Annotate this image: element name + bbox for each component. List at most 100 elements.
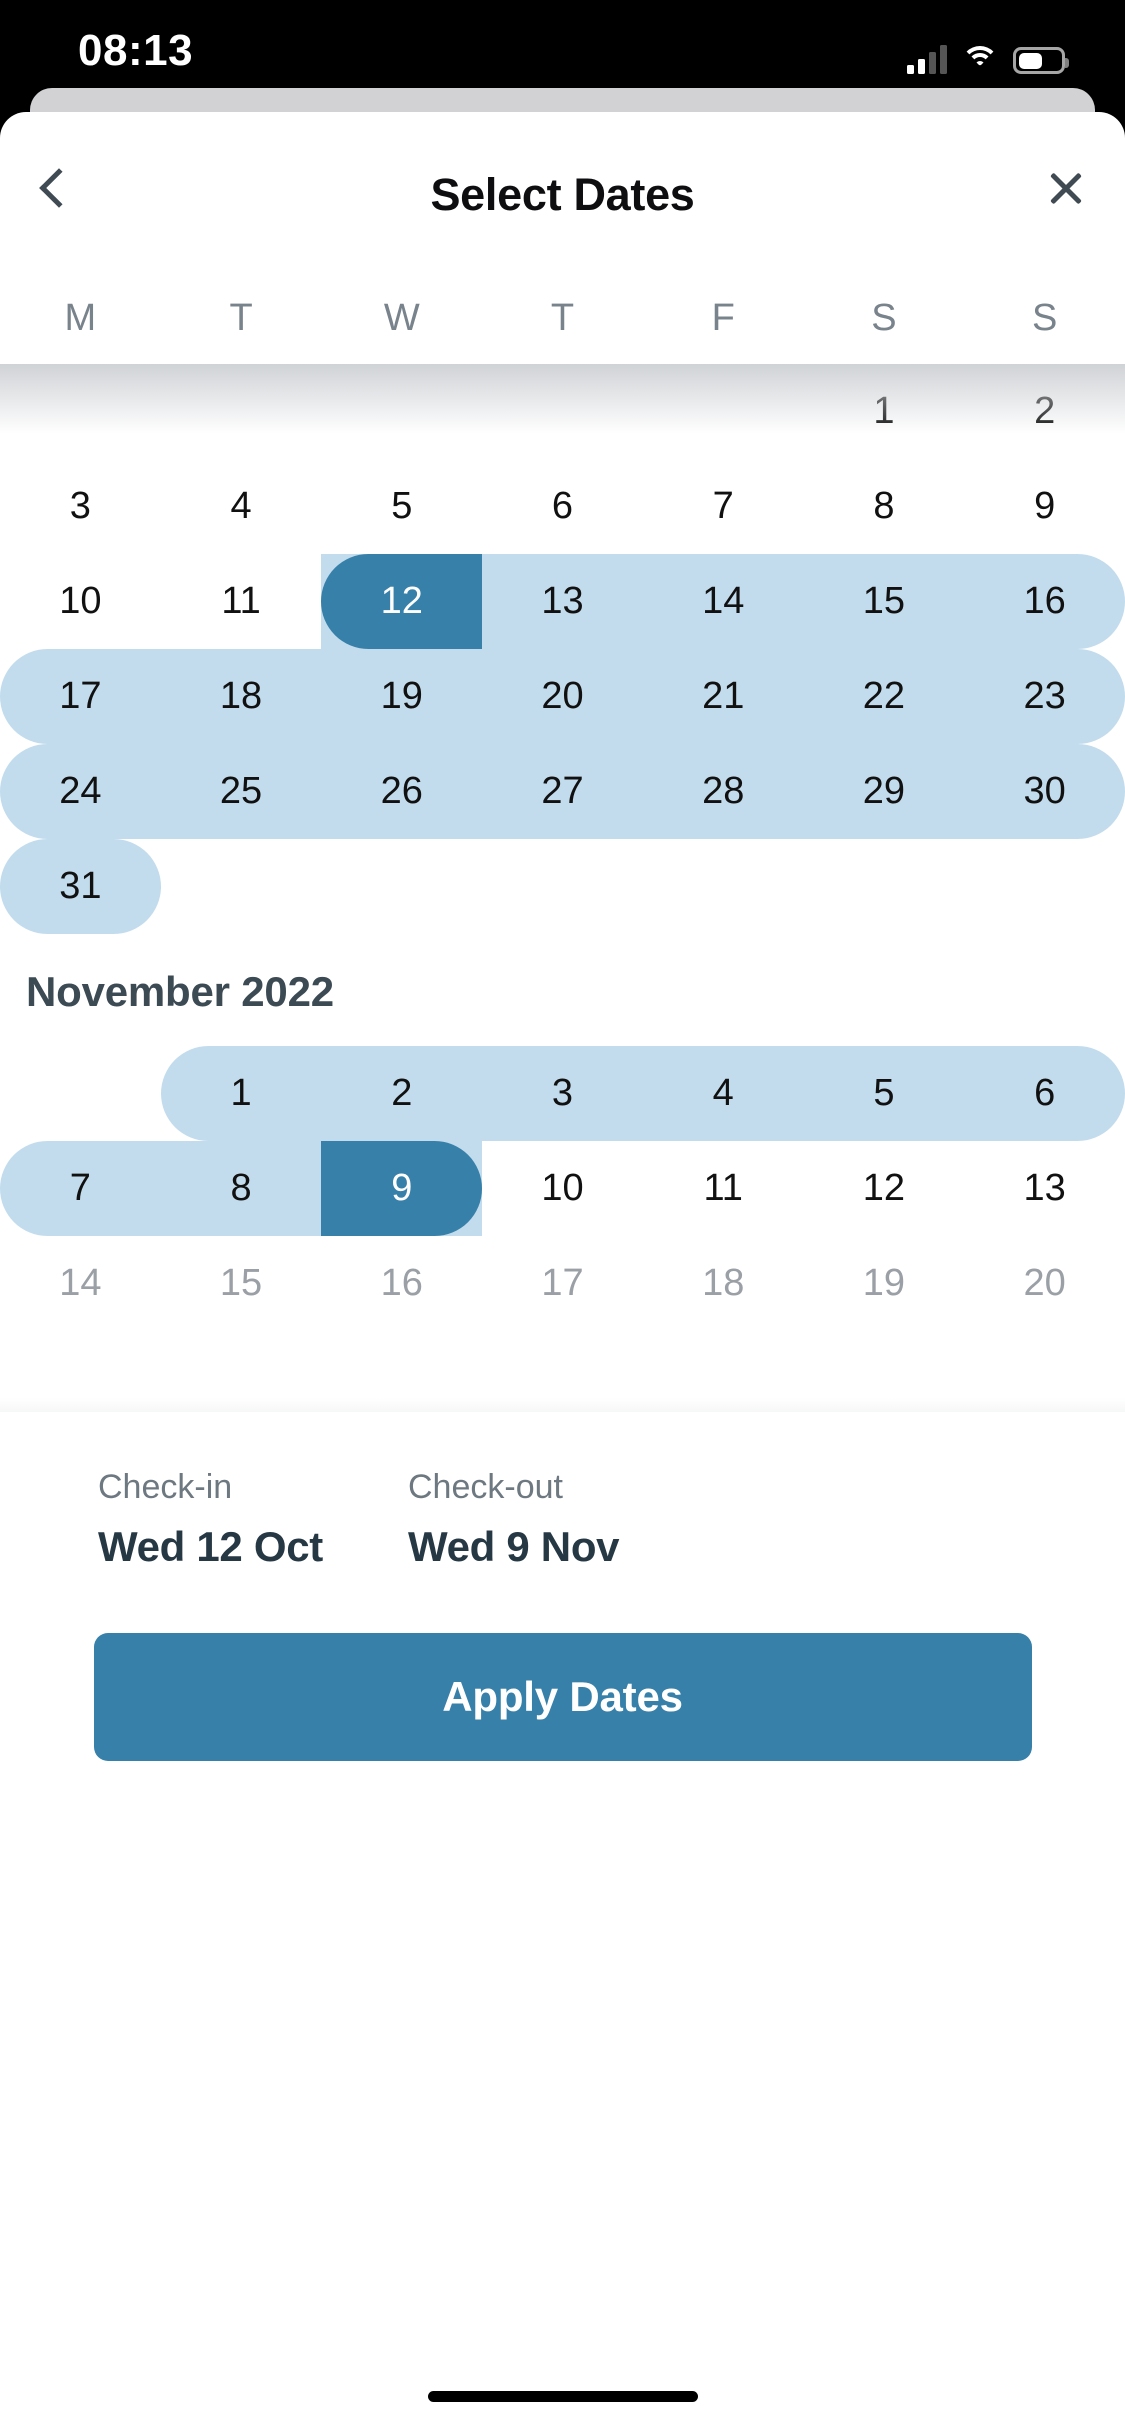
calendar-day-cell[interactable]: 19 [804, 1236, 965, 1331]
calendar-cell-empty [482, 839, 643, 934]
month-block: November 2022 1 2 3 4 5 6 7 8 9 10 11 12 13 14 15 16 17 18… [0, 934, 1125, 1331]
calendar-week-row: 10 11 12 13 14 15 16 [0, 554, 1125, 649]
weekday-label-2: W [383, 296, 420, 339]
calendar-day-cell[interactable]: 23 [964, 649, 1125, 744]
calendar-day-cell[interactable]: 8 [160, 1141, 322, 1236]
calendar-day-cell[interactable]: 7 [0, 1141, 161, 1236]
calendar-day-cell[interactable]: 20 [964, 1236, 1125, 1331]
calendar-day-cell[interactable]: 15 [161, 1236, 322, 1331]
day-number: 9 [1034, 485, 1056, 527]
calendar-day-cell[interactable]: 3 [482, 1046, 643, 1141]
calendar-day-cell[interactable]: 15 [803, 554, 965, 649]
calendar-day-cell[interactable]: 1 [804, 364, 965, 459]
calendar-day-cell[interactable]: 30 [964, 744, 1125, 839]
calendar-day-cell[interactable]: 9 [964, 459, 1125, 554]
close-button[interactable] [1021, 140, 1111, 236]
day-number: 15 [862, 580, 906, 622]
cellular-signal-icon [907, 44, 947, 74]
calendar-day-cell[interactable]: 7 [643, 459, 804, 554]
calendar-day-cell[interactable]: 20 [482, 649, 643, 744]
calendar-day-cell[interactable]: 8 [804, 459, 965, 554]
calendar-day-cell[interactable]: 10 [482, 1141, 643, 1236]
calendar-cell-empty [804, 839, 965, 934]
weekday-label-4: F [711, 296, 735, 339]
calendar-week-row: 3 4 5 6 7 8 9 [0, 459, 1125, 554]
calendar-day-cell[interactable]: 6 [964, 1046, 1125, 1141]
calendar-cell-empty [643, 839, 804, 934]
page-title: Select Dates [430, 169, 695, 220]
calendar-day-cell[interactable]: 24 [0, 744, 161, 839]
weekday-label-1: T [229, 296, 253, 339]
day-number: 28 [702, 770, 745, 812]
calendar-day-cell[interactable]: 16 [964, 554, 1125, 649]
day-number: 8 [230, 1167, 252, 1209]
calendar-cell-empty [0, 364, 161, 459]
calendar-day-cell[interactable]: 2 [964, 364, 1125, 459]
calendar-day-cell[interactable]: 11 [643, 1141, 804, 1236]
day-number: 27 [541, 770, 584, 812]
calendar-day-cell[interactable]: 4 [161, 459, 322, 554]
calendar-day-cell[interactable]: 21 [642, 649, 804, 744]
day-number: 29 [862, 770, 906, 812]
calendar-day-cell[interactable]: 1 [160, 1046, 322, 1141]
calendar-day-cell[interactable]: 22 [803, 649, 965, 744]
calendar-day-cell[interactable]: 3 [0, 459, 161, 554]
day-number: 6 [1034, 1072, 1056, 1114]
calendar-cell-empty [0, 1046, 161, 1141]
calendar-scroll-area[interactable]: 1 2 3 4 5 6 7 8 9 10 11 12 13 14 15 16 17 18 19 20 21 22 23 24 2… [0, 364, 1125, 1476]
calendar-week-row: 24 25 26 27 28 29 30 [0, 744, 1125, 839]
day-number: 17 [541, 1262, 584, 1304]
calendar-day-cell[interactable]: 14 [0, 1236, 161, 1331]
calendar-day-cell[interactable]: 5 [803, 1046, 965, 1141]
calendar-day-cell[interactable]: 13 [482, 554, 643, 649]
month-list: 1 2 3 4 5 6 7 8 9 10 11 12 13 14 15 16 17 18 19 20 21 22 23 24 2… [0, 364, 1125, 1331]
day-number: 9 [391, 1167, 413, 1209]
calendar-day-cell[interactable]: 25 [160, 744, 322, 839]
checkout-label: Check-out [408, 1468, 563, 1506]
day-number: 22 [862, 675, 906, 717]
calendar-cell-empty [321, 364, 482, 459]
calendar-day-cell[interactable]: 19 [321, 649, 482, 744]
calendar-day-cell[interactable]: 12 [804, 1141, 965, 1236]
day-number: 10 [541, 1167, 584, 1209]
footer-bar: Check-in Wed 12 Oct Check-out Wed 9 Nov … [0, 1412, 1125, 2436]
calendar-day-cell[interactable]: 6 [482, 459, 643, 554]
calendar-day-cell[interactable]: 9 [321, 1141, 482, 1236]
day-number: 12 [380, 580, 423, 622]
calendar-day-cell[interactable]: 27 [482, 744, 643, 839]
calendar-week-row: 7 8 9 10 11 12 13 [0, 1141, 1125, 1236]
day-number: 13 [541, 580, 584, 622]
calendar-day-cell[interactable]: 2 [321, 1046, 482, 1141]
calendar-week-row: 12 [0, 364, 1125, 459]
calendar-day-cell[interactable]: 12 [321, 554, 482, 649]
day-number: 13 [1023, 1167, 1066, 1209]
weekday-label-3: T [550, 296, 575, 339]
apply-dates-button[interactable]: Apply Dates [93, 1633, 1032, 1761]
calendar-day-cell[interactable]: 17 [0, 649, 161, 744]
calendar-day-cell[interactable]: 18 [160, 649, 322, 744]
wifi-icon [961, 46, 999, 74]
calendar-cell-empty [161, 839, 322, 934]
calendar-day-cell[interactable]: 16 [321, 1236, 482, 1331]
checkin-value: Wed 12 Oct [98, 1523, 323, 1570]
calendar-cell-empty [964, 839, 1125, 934]
day-number: 14 [702, 580, 745, 622]
calendar-day-cell[interactable]: 11 [161, 554, 322, 649]
calendar-day-cell[interactable]: 17 [482, 1236, 643, 1331]
day-number: 19 [862, 1262, 906, 1304]
calendar-day-cell[interactable]: 13 [964, 1141, 1125, 1236]
calendar-day-cell[interactable]: 18 [643, 1236, 804, 1331]
calendar-day-cell[interactable]: 4 [642, 1046, 804, 1141]
calendar-day-cell[interactable]: 28 [642, 744, 804, 839]
checkin-label: Check-in [98, 1468, 233, 1506]
calendar-day-cell[interactable]: 31 [0, 839, 161, 934]
calendar-day-cell[interactable]: 10 [0, 554, 161, 649]
close-icon [1046, 168, 1086, 208]
calendar-day-cell[interactable]: 14 [642, 554, 804, 649]
calendar-day-cell[interactable]: 26 [321, 744, 482, 839]
sheet-header: Select Dates [0, 112, 1125, 272]
day-number: 2 [1034, 390, 1056, 432]
calendar-day-cell[interactable]: 5 [321, 459, 482, 554]
day-number: 26 [380, 770, 423, 812]
calendar-day-cell[interactable]: 29 [803, 744, 965, 839]
